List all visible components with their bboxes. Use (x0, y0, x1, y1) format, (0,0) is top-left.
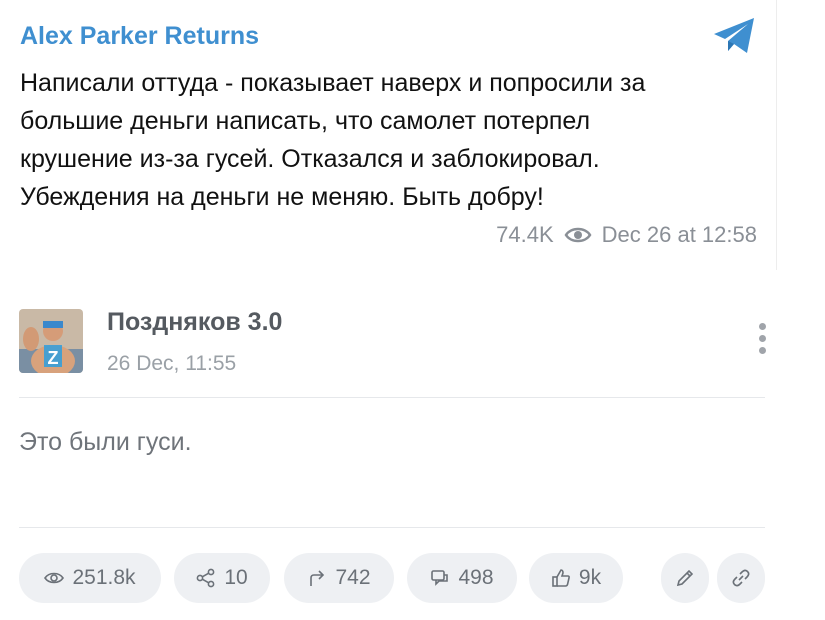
comments-button[interactable]: 498 (407, 553, 517, 603)
link-button[interactable] (717, 553, 765, 603)
views-button[interactable]: 251.8k (19, 553, 161, 603)
telegram-post: Alex Parker Returns Написали оттуда - по… (0, 0, 825, 270)
pencil-icon (676, 569, 694, 587)
divider (19, 527, 765, 528)
telegram-icon[interactable] (712, 16, 758, 56)
reposts-count: 742 (335, 566, 371, 589)
post-text: Написали оттуда - показывает наверх и по… (20, 69, 646, 211)
author-name[interactable]: Поздняков 3.0 (107, 308, 282, 337)
repost-button[interactable]: 742 (284, 553, 394, 603)
thumbs-up-icon (552, 569, 570, 587)
post-date[interactable]: Dec 26 at 12:58 (602, 222, 757, 248)
comments-icon (431, 570, 449, 586)
author-date: 26 Dec, 11:55 (107, 352, 237, 375)
divider (19, 397, 765, 398)
avatar[interactable]: Z (19, 309, 83, 373)
eye-icon (44, 572, 65, 584)
comment-text: Это были гуси. (19, 428, 192, 456)
shares-count: 10 (224, 566, 248, 589)
likes-count: 9k (578, 566, 602, 589)
eye-icon (564, 227, 592, 243)
post-meta: 74.4K Dec 26 at 12:58 (496, 222, 757, 248)
comments-count: 498 (458, 566, 494, 589)
share-icon (196, 568, 215, 588)
link-icon (732, 569, 750, 587)
views-count: 251.8k (72, 566, 136, 589)
edit-button[interactable] (661, 553, 709, 603)
like-button[interactable]: 9k (529, 553, 623, 603)
more-vertical-icon[interactable] (752, 323, 772, 359)
repost-icon (310, 570, 325, 586)
share-button[interactable]: 10 (174, 553, 270, 603)
channel-title[interactable]: Alex Parker Returns (20, 22, 259, 51)
view-count: 74.4K (496, 222, 554, 247)
divider (776, 0, 777, 270)
avatar-letter: Z (48, 348, 59, 368)
